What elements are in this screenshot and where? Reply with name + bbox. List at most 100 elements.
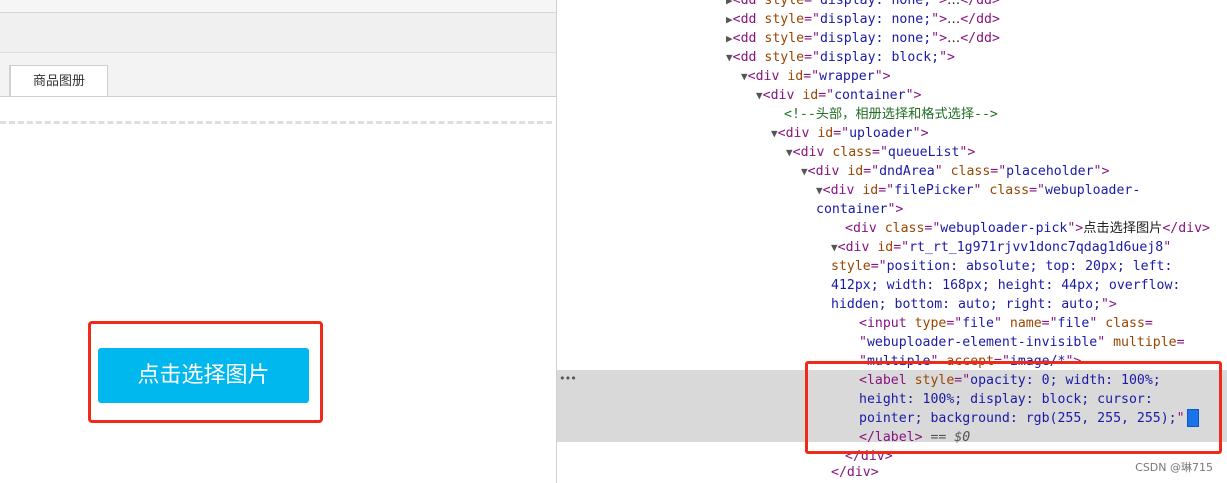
attr-value: filePicker <box>894 183 974 198</box>
attr-value: placeholder <box>1006 164 1094 179</box>
text-node: 点击选择图片 <box>1083 221 1163 236</box>
tag-token: = <box>1144 316 1153 331</box>
tab-bar: 商品图册 <box>0 53 556 97</box>
attr-name: style <box>831 259 871 274</box>
attr-value: file <box>1057 316 1090 331</box>
tag-token: <div <box>777 126 818 141</box>
tag-token: </div> <box>1162 221 1210 236</box>
expand-arrow-icon[interactable]: ▼ <box>741 70 748 83</box>
tag-token: <div <box>807 164 848 179</box>
tag-token: = <box>1176 335 1185 350</box>
dom-tree-line[interactable]: "webuploader-element-invisible" multiple… <box>859 333 1185 352</box>
tag-token: "> <box>931 31 948 46</box>
tag-token: =" <box>804 0 820 8</box>
attr-name: id <box>862 183 879 198</box>
dom-tree-line[interactable]: </div> <box>831 463 879 482</box>
attr-name: id <box>802 88 819 103</box>
attr-name: id <box>877 240 894 255</box>
attr-value: container <box>816 202 888 217</box>
tag-token: =" <box>990 164 1007 179</box>
dom-tree-line[interactable]: ▼<div id="container"> <box>756 86 921 105</box>
tag-token: "> <box>931 0 948 8</box>
watermark: CSDN @琳715 <box>1135 461 1213 474</box>
dom-tree-line[interactable]: style="position: absolute; top: 20px; le… <box>831 257 1172 276</box>
dom-tree-line[interactable]: ▼<div id="filePicker" class="webuploader… <box>816 181 1140 200</box>
expand-arrow-icon[interactable]: ▼ <box>801 165 808 178</box>
tag-token: =" <box>1041 316 1058 331</box>
tag-token: "> <box>959 145 976 160</box>
tag-token: "> <box>939 50 955 65</box>
attr-value: webuploader-pick <box>940 221 1068 236</box>
tag-token: "> <box>887 202 904 217</box>
expand-arrow-icon[interactable]: ▼ <box>786 146 793 159</box>
attr-name: multiple <box>1113 335 1177 350</box>
attr-name: style <box>764 31 805 46</box>
label-highlight-box <box>805 361 1222 454</box>
dom-tree-line[interactable]: <div class="webuploader-pick">点击选择图片</di… <box>845 219 1210 238</box>
dom-tree-line[interactable]: ▼<dd style="display: block;"> <box>726 48 955 67</box>
tag-token: <dd <box>732 31 765 46</box>
dom-tree-line[interactable]: 412px; width: 168px; height: 44px; overf… <box>831 276 1180 295</box>
tag-token: =" <box>833 126 850 141</box>
tag-token: </dd> <box>960 0 1000 8</box>
dom-tree-line[interactable]: ▼<div class="queueList"> <box>786 143 975 162</box>
expand-arrow-icon[interactable]: ▶ <box>726 13 733 26</box>
tag-token: <div <box>747 69 788 84</box>
tag-token: "> <box>931 12 948 27</box>
attr-name: class <box>884 221 925 236</box>
dom-tree-line[interactable]: ▼<div id="wrapper"> <box>741 67 891 86</box>
attr-value: 412px; width: 168px; height: 44px; overf… <box>831 278 1181 293</box>
tag-token: <input <box>859 316 915 331</box>
attr-name: style <box>764 12 805 27</box>
tag-token: =" <box>804 31 820 46</box>
tag-token: <div <box>822 183 863 198</box>
attr-name: class <box>989 183 1030 198</box>
tag-token: =" <box>803 69 820 84</box>
attr-value: rt_rt_1g971rjvv1donc7qdag1d6uej8 <box>909 240 1164 255</box>
expand-arrow-icon[interactable]: ▼ <box>756 89 763 102</box>
attr-value: webuploader- <box>1045 183 1141 198</box>
attr-value: display: none; <box>819 31 932 46</box>
dom-tree-line[interactable]: ▼<div id="dndArea" class="placeholder"> <box>801 162 1109 181</box>
upload-area-dashed-border <box>0 121 552 124</box>
dom-tree-line[interactable]: container"> <box>816 200 903 219</box>
expand-arrow-icon[interactable]: ▼ <box>771 127 778 140</box>
dom-tree-line[interactable]: ▼<div id="rt_rt_1g971rjvv1donc7qdag1d6ue… <box>831 238 1171 257</box>
tab-product-album[interactable]: 商品图册 <box>10 65 108 96</box>
tag-token: =" <box>878 183 895 198</box>
tag-token: "> <box>1100 297 1117 312</box>
expand-arrow-icon[interactable]: ▼ <box>831 241 838 254</box>
text-node: … <box>947 12 961 27</box>
text-node: … <box>947 0 961 8</box>
attr-value: uploader <box>849 126 913 141</box>
page-header-bar <box>0 0 556 53</box>
header-stripe <box>0 0 556 13</box>
node-actions-ellipsis[interactable]: ••• <box>559 372 577 385</box>
button-highlight-box <box>88 321 323 423</box>
attr-value: queueList <box>887 145 960 160</box>
dom-tree-line[interactable]: hidden; bottom: auto; right: auto;"> <box>831 295 1117 314</box>
expand-arrow-icon[interactable]: ▼ <box>726 51 733 64</box>
tag-token: "> <box>874 69 891 84</box>
dom-tree-line[interactable]: ▶<dd style="display: none;">…</dd> <box>726 29 1000 48</box>
attr-value: file <box>962 316 994 331</box>
attr-name: type <box>914 316 947 331</box>
expand-arrow-icon[interactable]: ▶ <box>726 32 733 45</box>
tag-token: <dd <box>732 12 765 27</box>
tag-token: <div <box>762 88 803 103</box>
devtools-elements-panel: ••• ▶<dd style="display: none;">…</dd> ▶<… <box>557 0 1227 483</box>
attr-name: id <box>787 69 804 84</box>
dom-tree-line[interactable]: <!--头部，相册选择和格式选择--> <box>784 105 998 124</box>
dom-tree-line[interactable]: <input type="file" name="file" class= <box>859 314 1153 333</box>
expand-arrow-icon[interactable]: ▶ <box>726 0 733 7</box>
expand-arrow-icon[interactable]: ▼ <box>816 184 823 197</box>
dom-tree-line[interactable]: ▶<dd style="display: none;">…</dd> <box>726 10 1000 29</box>
tag-token: =" <box>818 88 835 103</box>
tag-token: " <box>1089 316 1106 331</box>
dom-tree-line[interactable]: ▶<dd style="display: none;">…</dd> <box>726 0 1000 10</box>
tag-token: =" <box>804 50 820 65</box>
tag-token: =" <box>804 12 820 27</box>
tab-prev-edge[interactable] <box>0 65 10 96</box>
attr-name: class <box>1105 316 1145 331</box>
dom-tree-line[interactable]: ▼<div id="uploader"> <box>771 124 929 143</box>
